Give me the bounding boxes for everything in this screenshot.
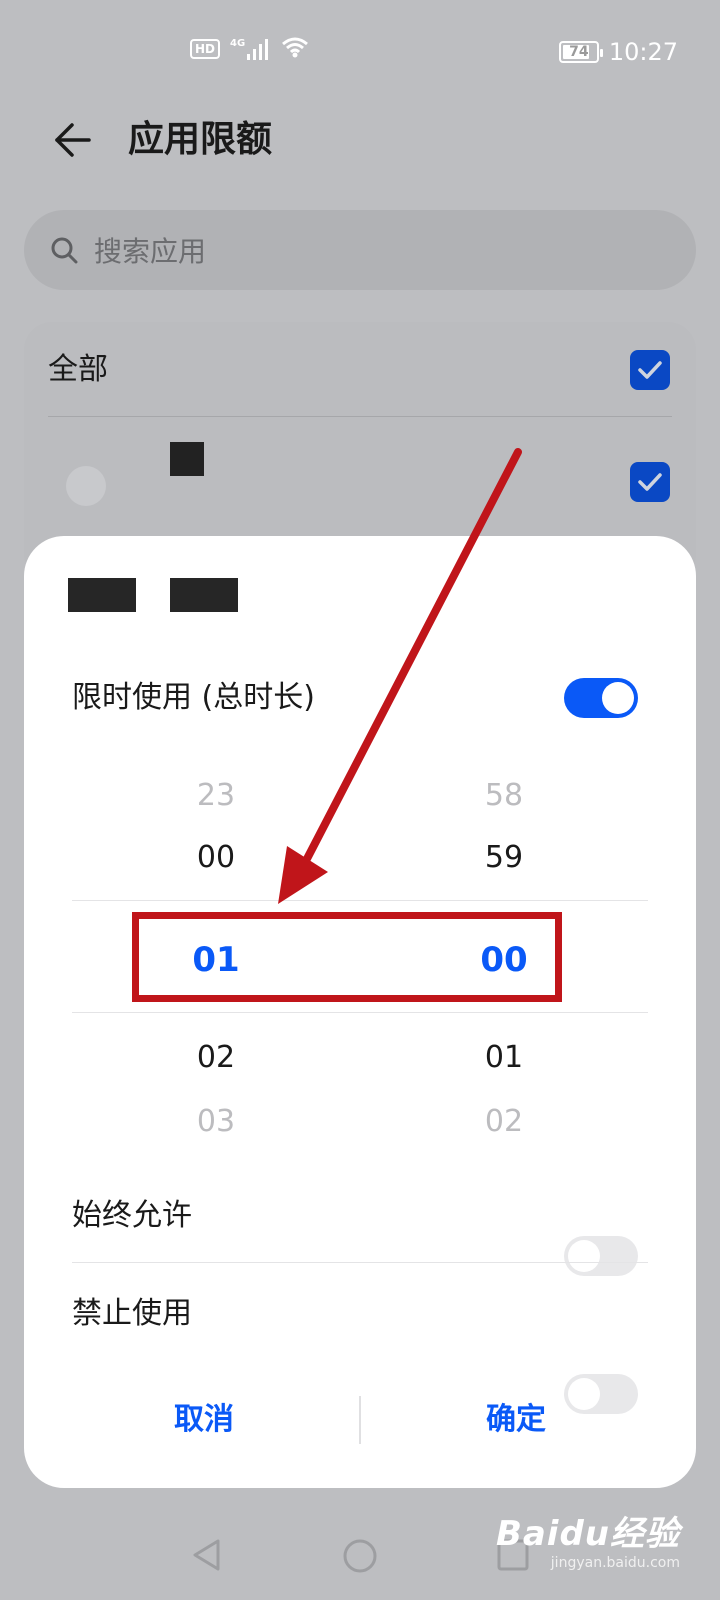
watermark: Baidu经验 jingyan.baidu.com [496, 1506, 680, 1571]
nav-back-button[interactable] [190, 1538, 224, 1576]
annotation-arrow-icon [278, 448, 522, 904]
watermark-logo: Baidu经验 [495, 1514, 680, 1554]
triangle-back-icon [193, 1539, 220, 1571]
nav-home-button[interactable] [342, 1538, 378, 1578]
circle-home-icon [343, 1539, 377, 1573]
watermark-url: jingyan.baidu.com [550, 1555, 680, 1571]
